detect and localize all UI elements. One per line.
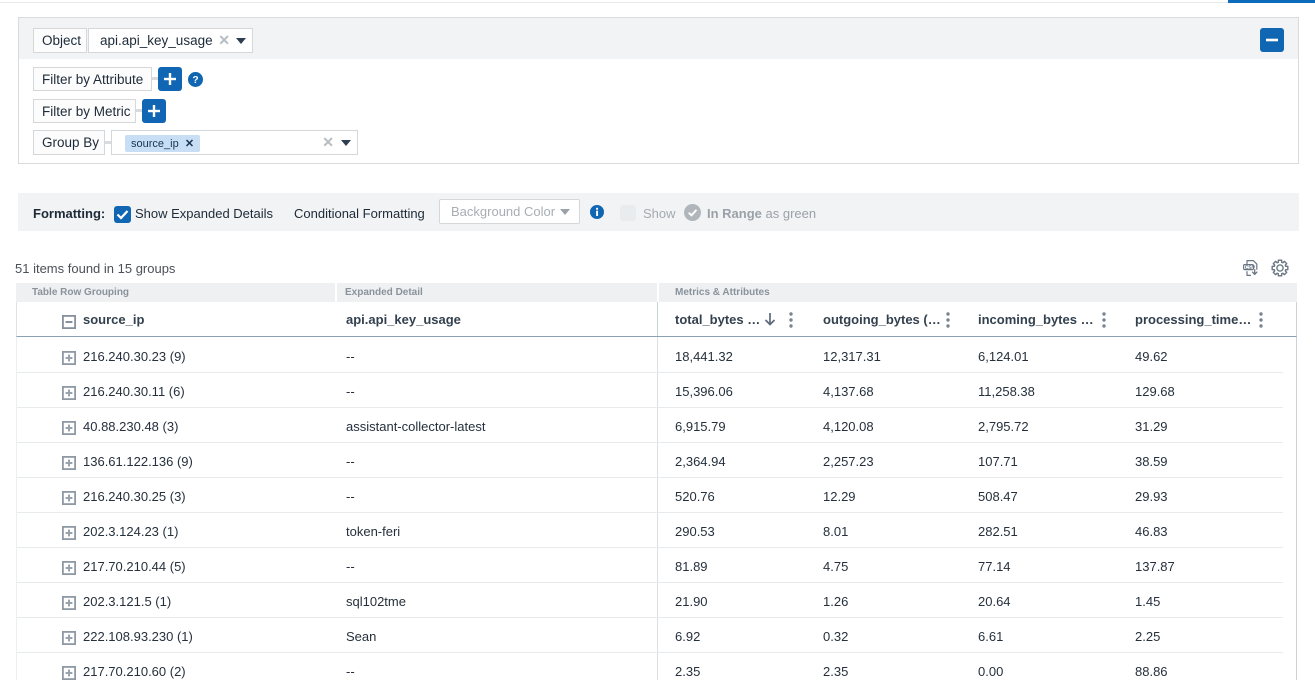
svg-text:?: ? bbox=[192, 75, 198, 86]
svg-text:CSV: CSV bbox=[1245, 265, 1256, 271]
